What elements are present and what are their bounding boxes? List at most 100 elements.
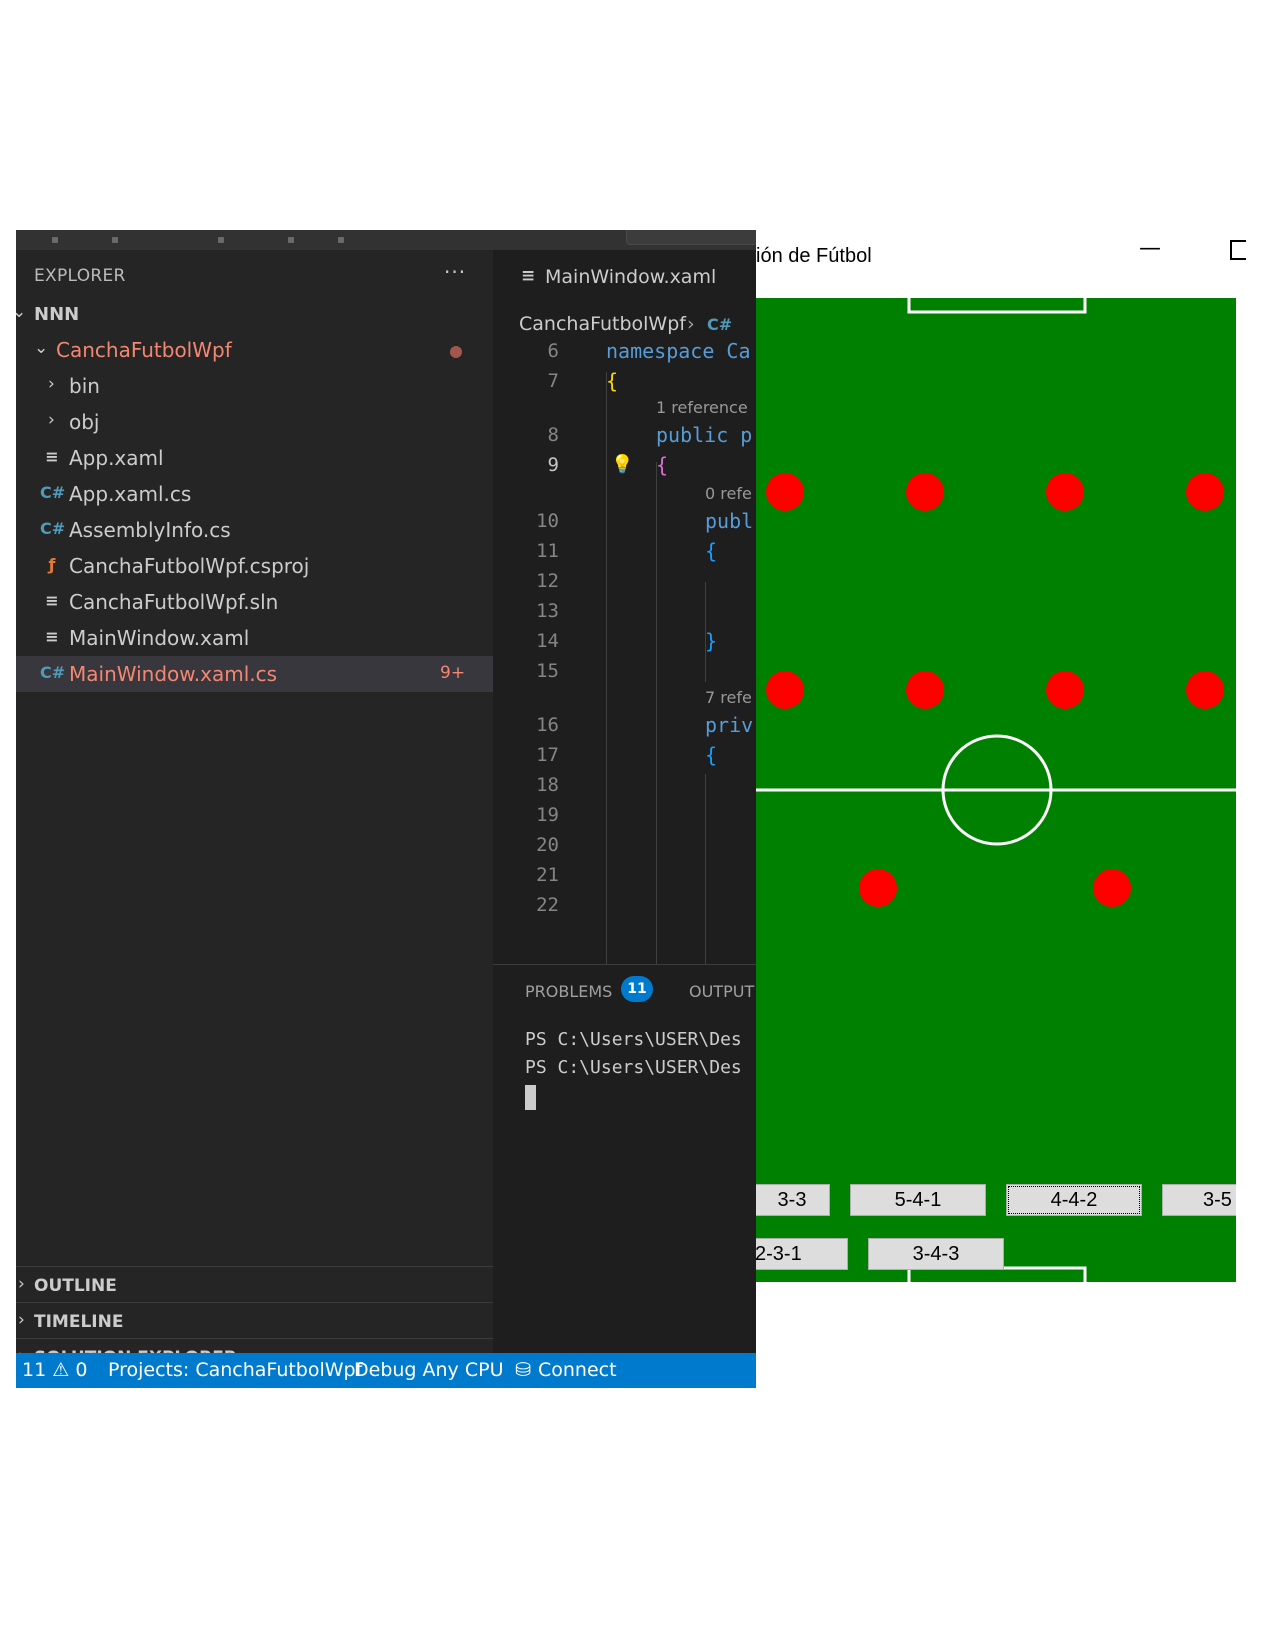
breadcrumb-item[interactable]: CanchaFutbolWpf	[519, 313, 686, 335]
player-marker	[1093, 869, 1131, 907]
terminal-line: PS C:\Users\USER\Des	[525, 1057, 742, 1078]
formation-button-3-4-3[interactable]: 3-4-3	[868, 1238, 1004, 1270]
csharp-file-icon: C#	[40, 519, 66, 538]
indent-guide	[705, 774, 706, 964]
explorer-title: EXPLORER	[34, 266, 126, 286]
formation-button-2-3-1[interactable]: 2-3-1	[756, 1238, 848, 1270]
section-timeline[interactable]: › TIMELINE	[16, 1302, 493, 1339]
chevron-right-icon: ›	[48, 410, 55, 430]
tree-item-bin[interactable]: › bin	[16, 368, 493, 404]
projects-status[interactable]: Projects: CanchaFutbolWpf	[108, 1359, 362, 1381]
tree-item-app-xaml[interactable]: ≡ App.xaml	[16, 440, 493, 476]
bottom-panel: PROBLEMS 11 OUTPUT PS C:\Users\USER\Des …	[493, 964, 756, 1353]
codelens-references[interactable]: 0 refe	[705, 484, 752, 503]
code-line: {	[705, 539, 718, 563]
formation-button-3-5[interactable]: 3-5	[1162, 1184, 1236, 1216]
workspace-root-label: NNN	[34, 304, 80, 325]
code-view[interactable]: 6 namespace Ca 7 { 1 reference 8 public …	[493, 342, 756, 964]
line-number: 8	[547, 424, 559, 446]
workspace-root[interactable]: ⌄ NNN	[16, 296, 493, 332]
tree-item-obj[interactable]: › obj	[16, 404, 493, 440]
project-folder[interactable]: ⌄ CanchaFutbolWpf	[16, 332, 493, 368]
menu-mark[interactable]	[288, 237, 294, 243]
tree-item-sln[interactable]: ≡ CanchaFutbolWpf.sln	[16, 584, 493, 620]
tree-item-label: AssemblyInfo.cs	[69, 518, 231, 542]
top-goal-box	[907, 298, 1087, 314]
chevron-right-icon: ›	[687, 313, 695, 335]
chevron-down-icon: ⌄	[34, 338, 49, 358]
tree-item-label: MainWindow.xaml.cs	[69, 662, 278, 686]
more-actions-icon[interactable]: ···	[444, 260, 466, 284]
problems-status[interactable]: 11 ⚠ 0	[22, 1359, 87, 1381]
code-line: namespace Ca	[606, 342, 751, 363]
menu-mark[interactable]	[112, 237, 118, 243]
codelens-references[interactable]: 7 refe	[705, 688, 752, 707]
formation-button-3-3[interactable]: 3-3	[756, 1184, 830, 1216]
explorer-sidebar: EXPLORER ··· ⌄ NNN ⌄ CanchaFutbolWpf › b…	[16, 250, 493, 1368]
connect-status[interactable]: Connect	[538, 1359, 617, 1381]
problems-count-badge: 11	[621, 976, 653, 1002]
section-label: OUTLINE	[34, 1276, 117, 1296]
formation-button-4-4-2[interactable]: 4-4-2	[1006, 1184, 1142, 1216]
build-config-status[interactable]: Debug Any CPU	[354, 1359, 503, 1381]
xaml-file-icon: ≡	[45, 447, 59, 466]
tree-item-label: CanchaFutbolWpf.csproj	[69, 554, 310, 578]
wpf-window: ión de Fútbol — 3-3 5-4-1 4-4-2 3-5 2-3-…	[756, 222, 1267, 1388]
player-marker	[1046, 473, 1084, 511]
chevron-right-icon: ›	[18, 1274, 25, 1294]
menu-mark[interactable]	[338, 237, 344, 243]
project-folder-label: CanchaFutbolWpf	[56, 338, 232, 362]
menu-mark[interactable]	[52, 237, 58, 243]
section-solution-explorer[interactable]: › SOLUTION EXPLORER	[16, 1338, 493, 1368]
menu-mark[interactable]	[218, 237, 224, 243]
tree-item-csproj[interactable]: ƒ CanchaFutbolWpf.csproj	[16, 548, 493, 584]
player-marker	[906, 671, 944, 709]
line-number: 16	[536, 714, 559, 736]
line-number: 20	[536, 834, 559, 856]
player-marker	[1186, 473, 1224, 511]
modified-dot-icon	[450, 346, 462, 358]
code-line: priv	[705, 713, 754, 737]
code-line: {	[705, 743, 718, 767]
tree-item-app-xaml-cs[interactable]: C# App.xaml.cs	[16, 476, 493, 512]
line-number: 11	[536, 540, 559, 562]
tab-problems[interactable]: PROBLEMS	[525, 982, 612, 1001]
formation-button-5-4-1[interactable]: 5-4-1	[850, 1184, 986, 1216]
xaml-file-icon: ≡	[45, 627, 59, 646]
sln-file-icon: ≡	[45, 591, 59, 610]
chevron-right-icon: ›	[18, 1310, 25, 1330]
csharp-file-icon: C#	[40, 483, 66, 502]
line-number: 17	[536, 744, 559, 766]
tree-item-mainwindow-xaml-cs[interactable]: C# MainWindow.xaml.cs 9+	[16, 656, 493, 692]
csharp-file-icon: C#	[40, 663, 66, 682]
tab-mainwindow-xaml[interactable]: ≡ MainWindow.xaml	[493, 250, 756, 306]
xaml-file-icon: ≡	[521, 266, 536, 286]
section-outline[interactable]: › OUTLINE	[16, 1266, 493, 1303]
maximize-button[interactable]	[1230, 240, 1246, 260]
codelens-references[interactable]: 1 reference	[656, 398, 748, 417]
players-layer	[766, 473, 1224, 907]
player-marker	[906, 473, 944, 511]
tab-output[interactable]: OUTPUT	[689, 982, 754, 1001]
status-bar: 11 ⚠ 0 Projects: CanchaFutbolWpf Debug A…	[16, 1353, 756, 1388]
code-line: public p	[656, 423, 753, 447]
line-number: 10	[536, 510, 559, 532]
problems-count-badge: 9+	[440, 663, 466, 683]
line-number: 6	[547, 342, 559, 362]
window-title: ión de Fútbol	[756, 245, 872, 267]
line-number: 7	[547, 370, 559, 392]
indent-guide	[656, 462, 657, 964]
tree-item-mainwindow-xaml[interactable]: ≡ MainWindow.xaml	[16, 620, 493, 656]
player-marker	[1186, 671, 1224, 709]
tree-item-assemblyinfo[interactable]: C# AssemblyInfo.cs	[16, 512, 493, 548]
minimize-button[interactable]: —	[1139, 236, 1161, 261]
tab-label: MainWindow.xaml	[545, 266, 717, 288]
command-center[interactable]	[626, 230, 756, 245]
player-marker	[1046, 671, 1084, 709]
line-number: 22	[536, 894, 559, 916]
tree-item-label: CanchaFutbolWpf.sln	[69, 590, 279, 614]
lightbulb-icon[interactable]: 💡	[611, 454, 633, 475]
wpf-title-bar: ión de Fútbol —	[756, 230, 1267, 278]
explorer-header: EXPLORER ···	[16, 250, 493, 296]
tree-item-label: MainWindow.xaml	[69, 626, 250, 650]
